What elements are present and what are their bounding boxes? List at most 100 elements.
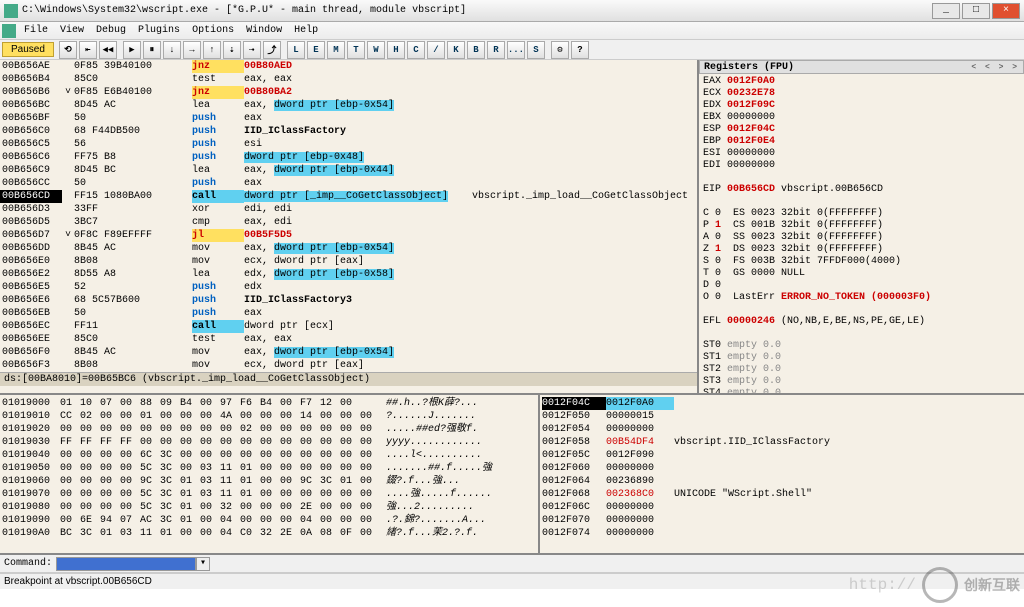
toolbar-b-button[interactable]: B (467, 41, 485, 59)
menu-file[interactable]: File (18, 25, 54, 36)
registers-body[interactable]: EAX 0012F0A0ECX 00232E78EDX 0012F09CEBX … (699, 74, 1024, 393)
hex-row[interactable]: 0101906000 00 00 00 9C 3C 01 03 11 01 00… (2, 475, 536, 488)
hex-row[interactable]: 0101904000 00 00 00 6C 3C 00 00 00 00 00… (2, 449, 536, 462)
disasm-row[interactable]: 00B656C0 68 F44DB500pushIID_IClassFactor… (0, 125, 697, 138)
step-over-button[interactable]: → (183, 41, 201, 59)
disasm-row[interactable]: 00B656EE 85C0testeax, eax (0, 333, 697, 346)
registers-nav-icons[interactable]: < < > > (971, 63, 1019, 72)
settings-button[interactable]: ⚙ (551, 41, 569, 59)
disasm-row[interactable]: 00B656C9 8D45 BCleaeax, dword ptr [ebp-0… (0, 164, 697, 177)
trace-into-button[interactable]: ⇣ (223, 41, 241, 59)
disasm-row[interactable]: 00B656E5 52pushedx (0, 281, 697, 294)
step-back-button[interactable]: ◀◀ (99, 41, 117, 59)
toolbar-/-button[interactable]: / (427, 41, 445, 59)
hex-row[interactable]: 0101905000 00 00 00 5C 3C 00 03 11 01 00… (2, 462, 536, 475)
stack-row[interactable]: 0012F05C0012F090 (542, 449, 1022, 462)
disasm-row[interactable]: 00B656CC 50pusheax (0, 177, 697, 190)
trace-over-button[interactable]: ⇢ (243, 41, 261, 59)
hex-row[interactable]: 0101907000 00 00 00 5C 3C 01 03 11 01 00… (2, 488, 536, 501)
hex-row[interactable]: 0101908000 00 00 00 5C 3C 01 00 32 00 00… (2, 501, 536, 514)
hex-row[interactable]: 01019030FF FF FF FF 00 00 00 00 00 00 00… (2, 436, 536, 449)
toolbar: Paused ⟲ ⇤ ◀◀ ▶ ⏸ ↓ → ↑ ⇣ ⇢ ⤴ LEMTWHC/KB… (0, 40, 1024, 60)
toolbar-s-button[interactable]: S (527, 41, 545, 59)
minimize-button[interactable]: _ (932, 3, 960, 19)
disassembly-panel[interactable]: 00B656AE 0F85 39B40100jnz00B80AED00B656B… (0, 60, 699, 393)
hex-row[interactable]: 0101902000 00 00 00 00 00 00 00 00 02 00… (2, 423, 536, 436)
hex-row[interactable]: 01019010CC 02 00 00 01 00 00 00 4A 00 00… (2, 410, 536, 423)
disasm-row[interactable]: 00B656B6˅0F85 E6B40100jnz00B80BA2 (0, 86, 697, 99)
stack-row[interactable]: 0012F05400000000 (542, 423, 1022, 436)
disasm-row[interactable]: 00B656D7˅0F8C F89EFFFFjl00B5F5D5 (0, 229, 697, 242)
run-to-return-button[interactable]: ⤴ (263, 41, 281, 59)
disasm-row[interactable]: 00B656B4 85C0testeax, eax (0, 73, 697, 86)
disasm-row[interactable]: 00B656E6 68 5C57B600pushIID_IClassFactor… (0, 294, 697, 307)
menu-debug[interactable]: Debug (90, 25, 132, 36)
disasm-row[interactable]: 00B656F0 8B45 ACmoveax, dword ptr [ebp-0… (0, 346, 697, 359)
disasm-row[interactable]: 00B656E2 8D55 A8leaedx, dword ptr [ebp-0… (0, 268, 697, 281)
command-input[interactable] (56, 557, 196, 571)
window-titlebar: C:\Windows\System32\wscript.exe - [*G.P.… (0, 0, 1024, 22)
stack-row[interactable]: 0012F06C00000000 (542, 501, 1022, 514)
disasm-row[interactable]: 00B656E0 8B08movecx, dword ptr [eax] (0, 255, 697, 268)
window-title: C:\Windows\System32\wscript.exe - [*G.P.… (22, 5, 932, 16)
toolbar-h-button[interactable]: H (387, 41, 405, 59)
stack-row[interactable]: 0012F07400000000 (542, 527, 1022, 540)
toolbar-...-button[interactable]: ... (507, 41, 525, 59)
hex-row[interactable]: 0101900001 10 07 00 88 09 B4 00 97 F6 B4… (2, 397, 536, 410)
command-dropdown-icon[interactable]: ▾ (196, 557, 210, 571)
disasm-row[interactable]: 00B656C6 FF75 B8pushdword ptr [ebp-0x48] (0, 151, 697, 164)
disasm-row[interactable]: 00B656EC FF11calldword ptr [ecx] (0, 320, 697, 333)
toolbar-c-button[interactable]: C (407, 41, 425, 59)
paused-badge: Paused (2, 42, 54, 57)
menu-help[interactable]: Help (288, 25, 324, 36)
toolbar-r-button[interactable]: R (487, 41, 505, 59)
disasm-row[interactable]: 00B656EB 50pusheax (0, 307, 697, 320)
stack-row[interactable]: 0012F06000000000 (542, 462, 1022, 475)
close-button[interactable]: × (992, 3, 1020, 19)
rewind-button[interactable]: ⇤ (79, 41, 97, 59)
toolbar-w-button[interactable]: W (367, 41, 385, 59)
disasm-row[interactable]: 00B656C5 56pushesi (0, 138, 697, 151)
command-label: Command: (4, 558, 52, 569)
registers-header: Registers (FPU) < < > > (699, 60, 1024, 74)
disasm-row[interactable]: 00B656F3 8B08movecx, dword ptr [eax] (0, 359, 697, 372)
disasm-row[interactable]: 00B656BC 8D45 ACleaeax, dword ptr [ebp-0… (0, 99, 697, 112)
toolbar-t-button[interactable]: T (347, 41, 365, 59)
step-into-button[interactable]: ↓ (163, 41, 181, 59)
disasm-row[interactable]: 00B656CD FF15 1080BA00calldword ptr [_im… (0, 190, 697, 203)
disasm-row[interactable]: 00B656D5 3BC7cmpeax, edi (0, 216, 697, 229)
toolbar-l-button[interactable]: L (287, 41, 305, 59)
menu-plugins[interactable]: Plugins (132, 25, 186, 36)
about-button[interactable]: ? (571, 41, 589, 59)
stack-panel[interactable]: 0012F04C0012F0A00012F050000000150012F054… (540, 395, 1024, 553)
registers-panel[interactable]: Registers (FPU) < < > > EAX 0012F0A0ECX … (699, 60, 1024, 393)
hexdump-panel[interactable]: 0101900001 10 07 00 88 09 B4 00 97 F6 B4… (0, 395, 540, 553)
stack-row[interactable]: 0012F07000000000 (542, 514, 1022, 527)
stack-row[interactable]: 0012F068002368C0UNICODE "WScript.Shell" (542, 488, 1022, 501)
stack-row[interactable]: 0012F05800B54DF4vbscript.IID_IClassFacto… (542, 436, 1022, 449)
menu-options[interactable]: Options (186, 25, 240, 36)
disasm-row[interactable]: 00B656DD 8B45 ACmoveax, dword ptr [ebp-0… (0, 242, 697, 255)
menu-bar: FileViewDebugPluginsOptionsWindowHelp (0, 22, 1024, 40)
restart-button[interactable]: ⟲ (59, 41, 77, 59)
maximize-button[interactable]: □ (962, 3, 990, 19)
hex-row[interactable]: 0101909000 6E 94 07 AC 3C 01 00 04 00 00… (2, 514, 536, 527)
menu-window[interactable]: Window (240, 25, 288, 36)
toolbar-m-button[interactable]: M (327, 41, 345, 59)
menu-view[interactable]: View (54, 25, 90, 36)
disasm-info-line: ds:[00BA8010]=00B65BC6 (vbscript._imp_lo… (0, 372, 697, 386)
disasm-row[interactable]: 00B656D3 33FFxoredi, edi (0, 203, 697, 216)
disasm-row[interactable]: 00B656AE 0F85 39B40100jnz00B80AED (0, 60, 697, 73)
stack-row[interactable]: 0012F04C0012F0A0 (542, 397, 1022, 410)
toolbar-e-button[interactable]: E (307, 41, 325, 59)
run-button[interactable]: ▶ (123, 41, 141, 59)
pause-button[interactable]: ⏸ (143, 41, 161, 59)
step-out-button[interactable]: ↑ (203, 41, 221, 59)
hex-row[interactable]: 010190A0BC 3C 01 03 11 01 00 00 04 C0 32… (2, 527, 536, 540)
logo-icon (922, 567, 958, 603)
stack-row[interactable]: 0012F06400236890 (542, 475, 1022, 488)
stack-row[interactable]: 0012F05000000015 (542, 410, 1022, 423)
system-menu-icon[interactable] (2, 24, 16, 38)
disasm-row[interactable]: 00B656BF 50pusheax (0, 112, 697, 125)
toolbar-k-button[interactable]: K (447, 41, 465, 59)
